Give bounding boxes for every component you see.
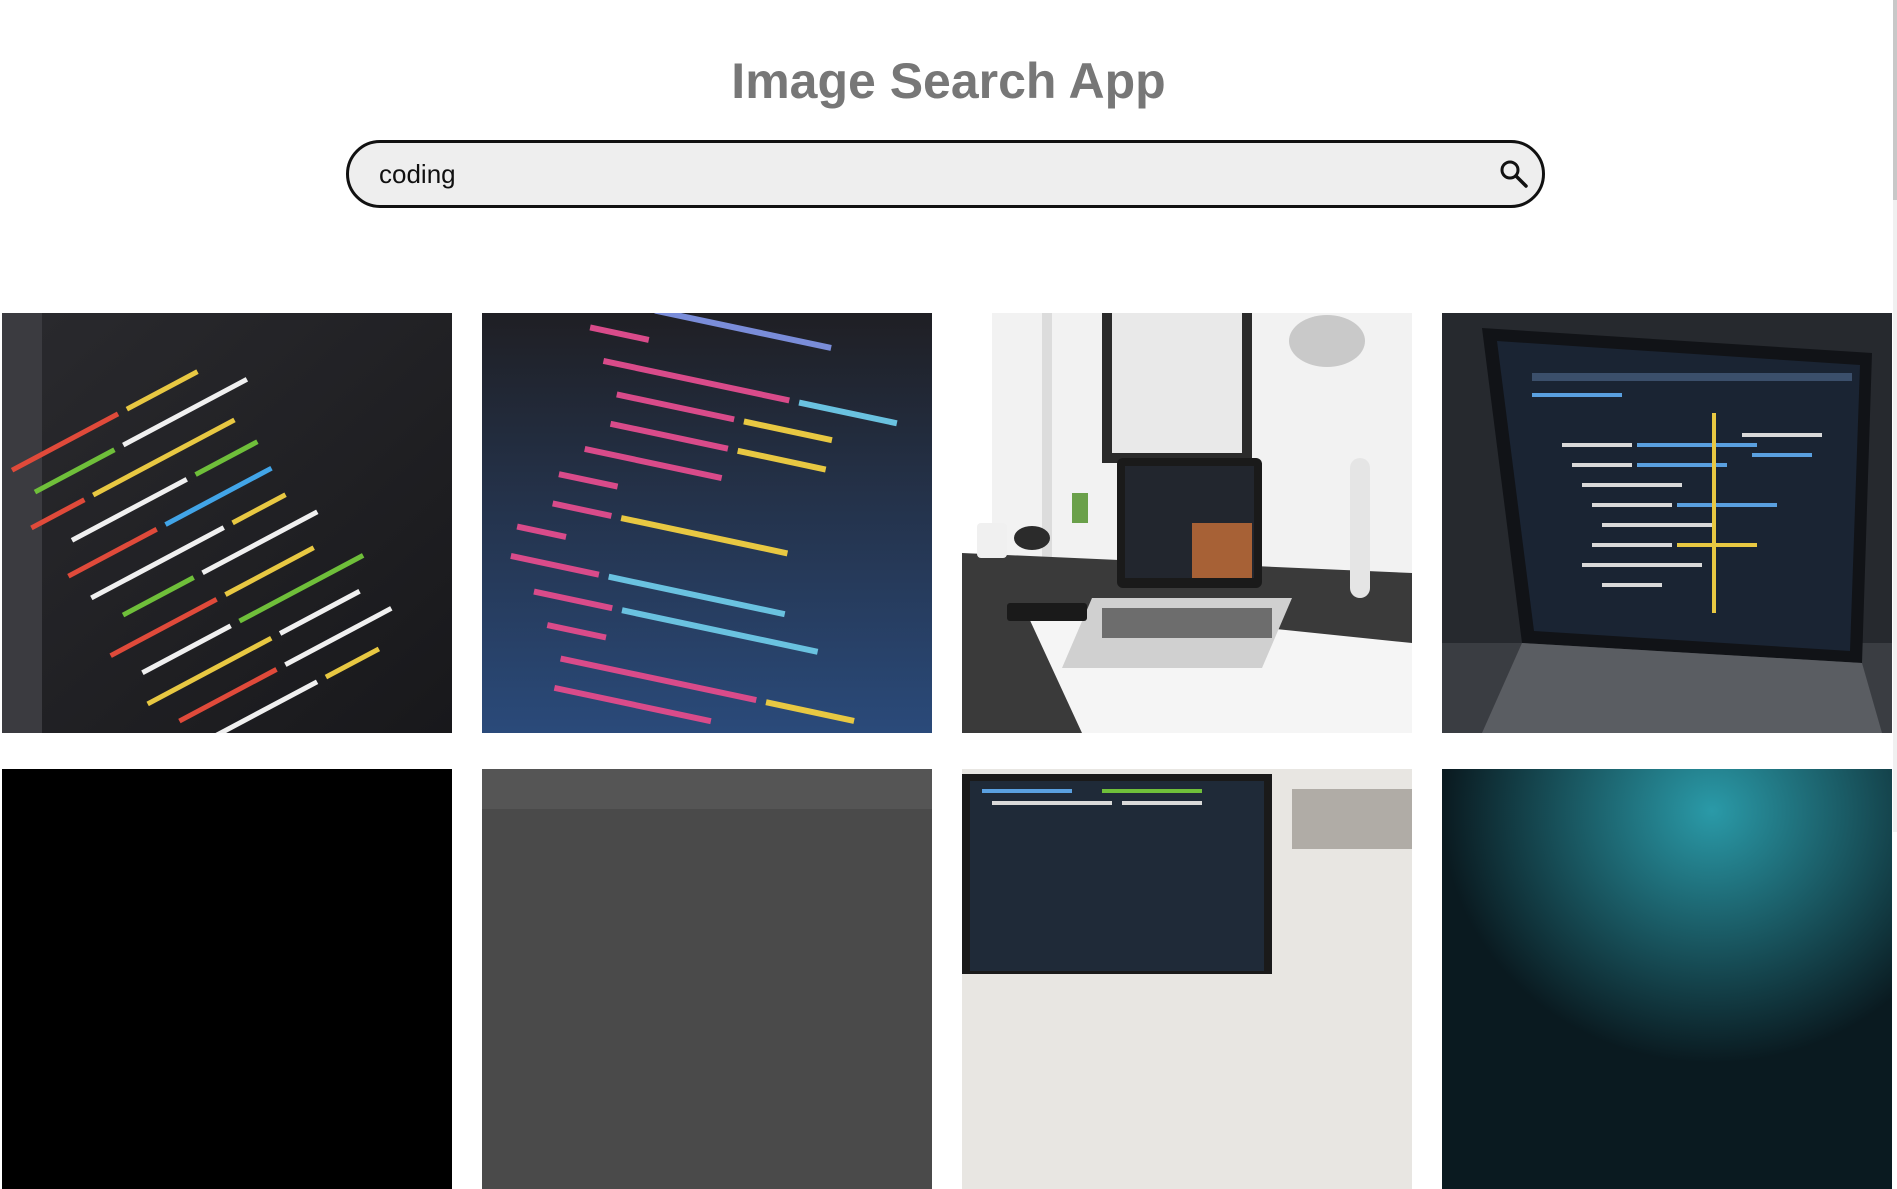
search-icon[interactable] <box>1499 159 1529 189</box>
result-image-6[interactable] <box>482 769 932 1189</box>
result-image-8[interactable] <box>1442 769 1892 1189</box>
scrollbar-thumb[interactable] <box>1893 0 1897 200</box>
page-scrollbar[interactable] <box>1893 0 1897 832</box>
result-image-5[interactable] <box>2 769 452 1189</box>
result-image-2[interactable] <box>482 313 932 733</box>
search-input[interactable] <box>379 143 1459 205</box>
result-image-1[interactable] <box>2 313 452 733</box>
page-title: Image Search App <box>731 53 1166 109</box>
result-image-4[interactable] <box>1442 313 1892 733</box>
result-image-7[interactable] <box>962 769 1412 1189</box>
result-image-3[interactable] <box>962 313 1412 733</box>
search-bar <box>346 140 1545 208</box>
